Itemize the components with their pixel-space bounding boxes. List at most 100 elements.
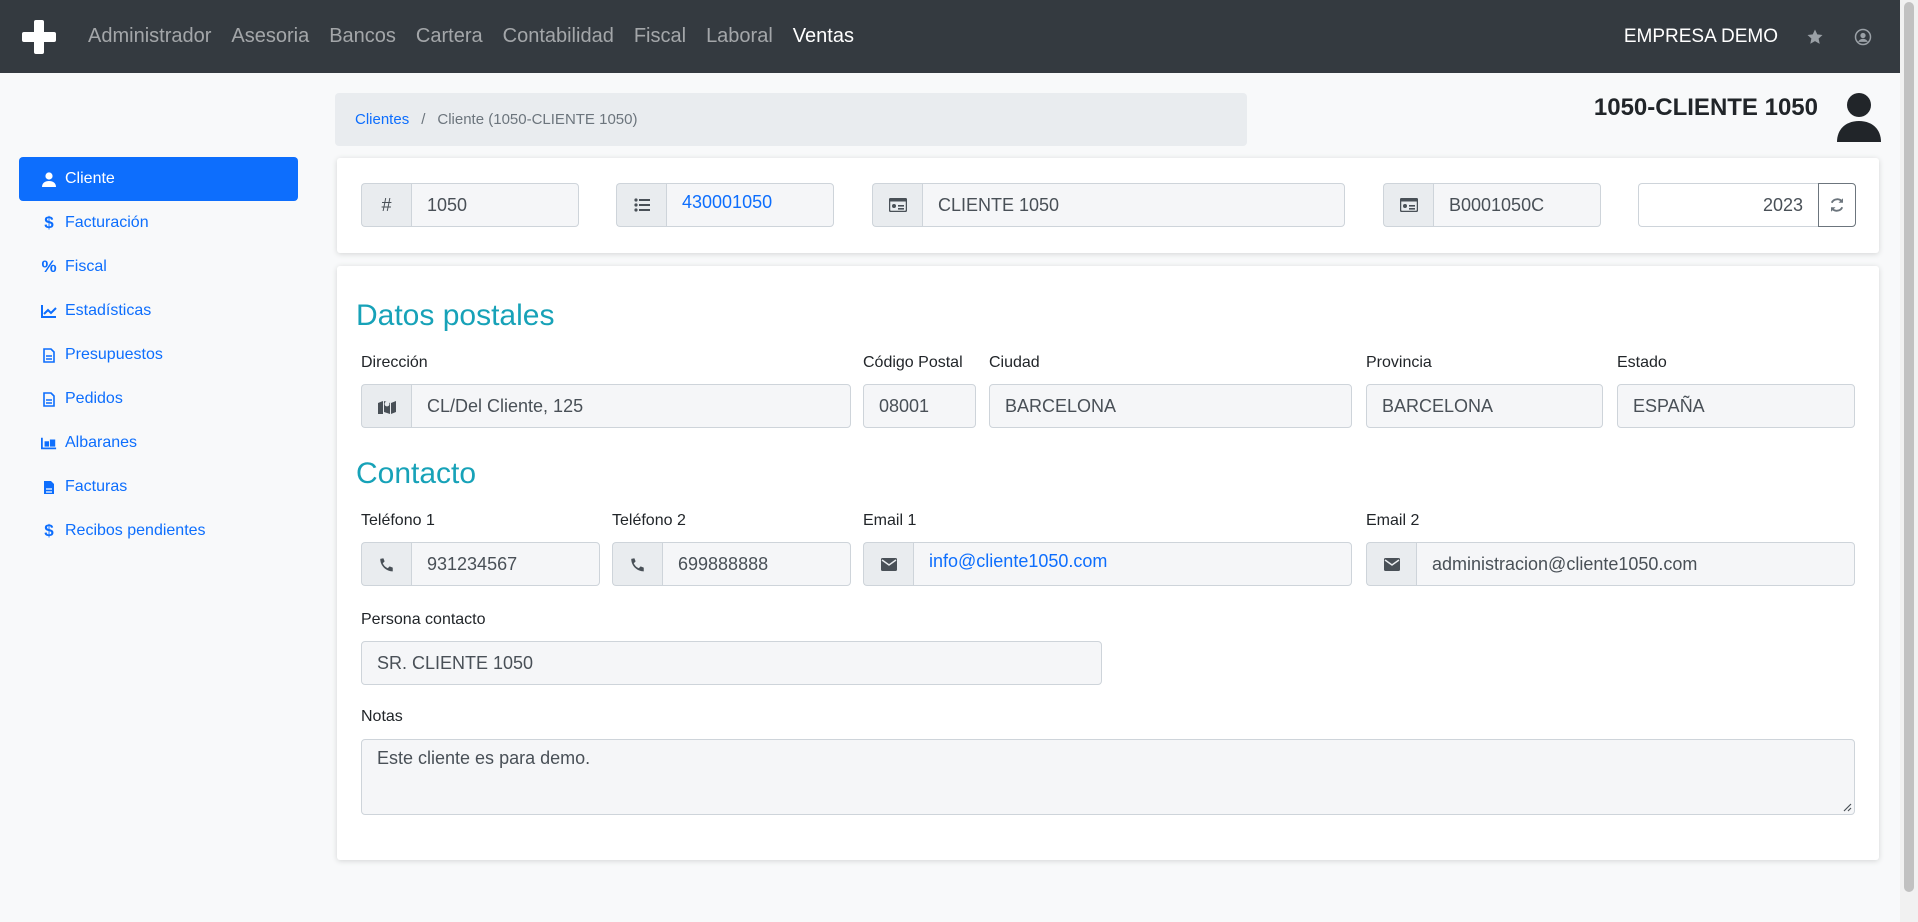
email1-link-field[interactable]: info@cliente1050.com xyxy=(913,542,1352,586)
nav-item-asesoria[interactable]: Asesoria xyxy=(221,25,319,48)
state-label: Estado xyxy=(1617,354,1667,371)
user-circle-icon[interactable] xyxy=(1852,26,1874,48)
phone-icon xyxy=(361,542,411,586)
brand-plus-logo[interactable] xyxy=(20,18,58,56)
sidebar-item-fiscal[interactable]: % Fiscal xyxy=(19,245,298,289)
refresh-button[interactable] xyxy=(1818,183,1856,227)
year-group: 2023 xyxy=(1638,183,1856,227)
map-marked-icon xyxy=(361,384,411,428)
email2-field[interactable]: administracion@cliente1050.com xyxy=(1416,542,1855,586)
client-code-field[interactable]: 1050 xyxy=(411,183,579,227)
contact-person-label: Persona contacto xyxy=(361,611,486,628)
name-group: CLIENTE 1050 xyxy=(872,183,1345,227)
envelope-icon xyxy=(863,542,913,586)
sidebar-item-recibos-pendientes[interactable]: $ Recibos pendientes xyxy=(19,509,298,553)
zip-group: 08001 xyxy=(863,384,976,428)
sidebar-item-label: Estadísticas xyxy=(65,302,152,319)
nav-right: EMPRESA DEMO xyxy=(1624,26,1900,48)
client-name-field[interactable]: CLIENTE 1050 xyxy=(922,183,1345,227)
account-link-field[interactable]: 430001050 xyxy=(666,183,834,227)
phone1-group: 931234567 xyxy=(361,542,600,586)
sidebar-item-label: Facturación xyxy=(65,214,149,231)
address-group: CL/Del Cliente, 125 xyxy=(361,384,851,428)
breadcrumb-clientes-link[interactable]: Clientes xyxy=(355,111,409,128)
state-group: ESPAÑA xyxy=(1617,384,1855,428)
main-menu: Administrador Asesoria Bancos Cartera Co… xyxy=(78,25,864,48)
contact-person-field[interactable]: SR. CLIENTE 1050 xyxy=(361,641,1102,685)
envelope-icon xyxy=(1366,542,1416,586)
sidebar-item-label: Cliente xyxy=(65,170,115,187)
code-group: # 1050 xyxy=(361,183,579,227)
nav-item-laboral[interactable]: Laboral xyxy=(696,25,783,48)
contact-section-title: Contacto xyxy=(356,457,477,490)
sidebar-item-cliente[interactable]: Cliente xyxy=(19,157,298,201)
dollar-icon: $ xyxy=(44,521,54,540)
phone1-label: Teléfono 1 xyxy=(361,512,435,529)
city-field[interactable]: BARCELONA xyxy=(989,384,1352,428)
file-icon xyxy=(41,347,57,363)
file-icon xyxy=(41,391,57,407)
company-name[interactable]: EMPRESA DEMO xyxy=(1624,26,1778,48)
year-field[interactable]: 2023 xyxy=(1638,183,1818,227)
nav-item-fiscal[interactable]: Fiscal xyxy=(624,25,696,48)
phone2-label: Teléfono 2 xyxy=(612,512,686,529)
phone-icon xyxy=(612,542,662,586)
hash-addon: # xyxy=(361,183,411,227)
sidebar-item-albaranes[interactable]: Albaranes xyxy=(19,421,298,465)
sidebar-item-presupuestos[interactable]: Presupuestos xyxy=(19,333,298,377)
city-group: BARCELONA xyxy=(989,384,1352,428)
state-field[interactable]: ESPAÑA xyxy=(1617,384,1855,428)
email2-group: administracion@cliente1050.com xyxy=(1366,542,1855,586)
sidebar-item-estadisticas[interactable]: Estadísticas xyxy=(19,289,298,333)
sidebar-item-label: Pedidos xyxy=(65,390,123,407)
province-field[interactable]: BARCELONA xyxy=(1366,384,1603,428)
top-navbar: Administrador Asesoria Bancos Cartera Co… xyxy=(0,0,1900,73)
email1-label: Email 1 xyxy=(863,512,917,529)
sidebar-item-label: Albaranes xyxy=(65,434,138,451)
notes-text: Este cliente es para demo. xyxy=(377,748,591,768)
notes-textarea[interactable]: Este cliente es para demo. xyxy=(361,739,1855,815)
percent-icon: % xyxy=(41,257,57,276)
address-label: Dirección xyxy=(361,354,428,371)
zip-field[interactable]: 08001 xyxy=(863,384,976,428)
scrollbar-thumb[interactable] xyxy=(1904,2,1914,892)
phone2-field[interactable]: 699888888 xyxy=(662,542,851,586)
email1-group: info@cliente1050.com xyxy=(863,542,1352,586)
address-field[interactable]: CL/Del Cliente, 125 xyxy=(411,384,851,428)
sidebar-item-label: Presupuestos xyxy=(65,346,163,363)
cif-field[interactable]: B0001050C xyxy=(1433,183,1601,227)
sidebar-item-facturas[interactable]: Facturas xyxy=(19,465,298,509)
nav-item-cartera[interactable]: Cartera xyxy=(406,25,493,48)
province-group: BARCELONA xyxy=(1366,384,1603,428)
phone2-group: 699888888 xyxy=(612,542,851,586)
account-group: 430001050 xyxy=(616,183,834,227)
user-icon xyxy=(41,171,57,187)
breadcrumb-current: Cliente (1050-CLIENTE 1050) xyxy=(437,111,638,128)
cif-group: B0001050C xyxy=(1383,183,1601,227)
page-title: 1050-CLIENTE 1050 xyxy=(1593,94,1818,121)
list-icon xyxy=(616,183,666,227)
sidebar-item-pedidos[interactable]: Pedidos xyxy=(19,377,298,421)
breadcrumb: Clientes / Cliente (1050-CLIENTE 1050) xyxy=(335,93,1247,146)
breadcrumb-separator: / xyxy=(421,111,426,128)
client-header-card: # 1050 430001050 CLIENTE 1050 B0001050C … xyxy=(337,158,1879,253)
resize-grip-icon[interactable] xyxy=(1842,802,1852,812)
star-icon[interactable] xyxy=(1804,26,1826,48)
postal-section-title: Datos postales xyxy=(356,299,555,332)
user-avatar-icon xyxy=(1836,92,1882,142)
page-scrollbar[interactable] xyxy=(1900,0,1918,922)
sidebar: Cliente $ Facturación % Fiscal Estadísti… xyxy=(19,157,298,553)
zip-label: Código Postal xyxy=(863,354,963,371)
sidebar-item-facturacion[interactable]: $ Facturación xyxy=(19,201,298,245)
id-card-icon xyxy=(872,183,922,227)
sidebar-item-label: Facturas xyxy=(65,478,128,495)
file-invoice-icon xyxy=(41,479,57,495)
dollar-icon: $ xyxy=(44,213,54,232)
contact-person-group: SR. CLIENTE 1050 xyxy=(361,641,1102,685)
nav-item-contabilidad[interactable]: Contabilidad xyxy=(493,25,624,48)
sidebar-item-label: Fiscal xyxy=(65,258,107,275)
nav-item-bancos[interactable]: Bancos xyxy=(319,25,406,48)
nav-item-ventas[interactable]: Ventas xyxy=(783,25,864,48)
nav-item-administrador[interactable]: Administrador xyxy=(78,25,221,48)
phone1-field[interactable]: 931234567 xyxy=(411,542,600,586)
